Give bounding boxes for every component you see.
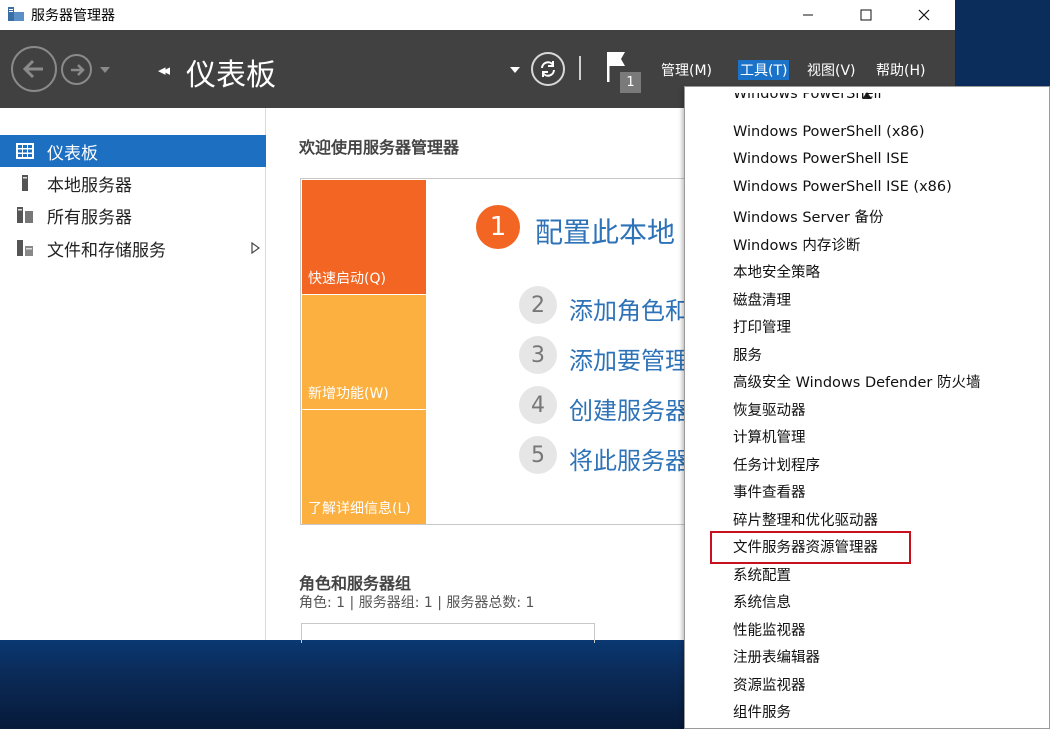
forward-arrow-icon [70, 63, 85, 76]
maximize-button[interactable] [837, 0, 895, 30]
maximize-icon [860, 9, 872, 21]
back-button[interactable] [11, 46, 57, 92]
window-title: 服务器管理器 [31, 8, 115, 24]
menu-item-powershell-ise[interactable]: Windows PowerShell ISE [733, 151, 909, 167]
sidebar-item-label: 本地服务器 [47, 175, 132, 196]
sidebar: 仪表板 本地服务器 所有服务器 文件和存储服务 [0, 108, 266, 640]
highlight-box [710, 531, 911, 564]
roles-summary: 角色: 1 | 服务器组: 1 | 服务器总数: 1 [299, 595, 535, 611]
refresh-dropdown-icon[interactable] [510, 67, 520, 74]
menu-item-local-security-policy[interactable]: 本地安全策略 [733, 261, 820, 282]
history-dropdown-icon[interactable] [99, 66, 111, 74]
step-number: 1 [476, 205, 520, 249]
menu-item-defragment[interactable]: 碎片整理和优化驱动器 [733, 509, 878, 530]
step-add-servers[interactable]: 添加要管理 [569, 341, 689, 376]
menu-manage[interactable]: 管理(M) [661, 60, 712, 80]
menu-item-windows-powershell-x86[interactable]: Windows PowerShell (x86) [733, 124, 925, 140]
menu-item-registry-editor[interactable]: 注册表编辑器 [733, 646, 820, 667]
menu-view[interactable]: 视图(V) [807, 60, 856, 80]
forward-button[interactable] [61, 54, 92, 85]
minimize-button[interactable] [779, 0, 837, 30]
step-number: 4 [519, 386, 557, 424]
step-add-roles[interactable]: 添加角色和 [569, 291, 689, 326]
menu-item-performance-monitor[interactable]: 性能监视器 [733, 619, 806, 640]
sidebar-item-local-server[interactable]: 本地服务器 [0, 167, 266, 199]
tile-label: 快速启动(Q) [308, 271, 386, 287]
close-icon [918, 9, 930, 21]
menu-help[interactable]: 帮助(H) [876, 60, 925, 80]
tile-label: 新增功能(W) [308, 386, 389, 402]
step-number: 5 [519, 436, 557, 474]
storage-icon [17, 240, 33, 256]
refresh-button[interactable] [531, 52, 565, 86]
refresh-icon [541, 61, 555, 77]
menu-item-system-information[interactable]: 系统信息 [733, 591, 791, 612]
step-connect-cloud[interactable]: 将此服务器 [569, 441, 689, 476]
roles-section-title: 角色和服务器组 [299, 574, 412, 593]
menu-item-windows-server-backup[interactable]: Windows Server 备份 [733, 206, 884, 227]
step-configure-local-server[interactable]: 配置此本地 [535, 211, 675, 251]
menu-item-task-scheduler[interactable]: 任务计划程序 [733, 454, 820, 475]
welcome-title: 欢迎使用服务器管理器 [299, 138, 460, 157]
menu-item-powershell-ise-x86[interactable]: Windows PowerShell ISE (x86) [733, 179, 952, 195]
quick-start-tile[interactable]: 快速启动(Q) [302, 180, 426, 294]
menu-item-memory-diagnostic[interactable]: Windows 内存诊断 [733, 234, 860, 255]
whats-new-tile[interactable]: 新增功能(W) [302, 295, 426, 409]
back-arrow-icon [22, 59, 43, 79]
sidebar-item-all-servers[interactable]: 所有服务器 [0, 199, 266, 231]
notifications-button[interactable]: 1 [605, 50, 645, 94]
sidebar-item-file-storage[interactable]: 文件和存储服务 [0, 232, 266, 264]
sidebar-item-dashboard[interactable]: 仪表板 [0, 135, 266, 167]
menu-item-computer-management[interactable]: 计算机管理 [733, 426, 806, 447]
tile-label: 了解详细信息(L) [308, 501, 411, 517]
learn-more-tile[interactable]: 了解详细信息(L) [302, 410, 426, 524]
step-number: 3 [519, 336, 557, 374]
sidebar-item-label: 所有服务器 [47, 207, 132, 228]
menu-item-event-viewer[interactable]: 事件查看器 [733, 481, 806, 502]
menu-item-defender-firewall[interactable]: 高级安全 Windows Defender 防火墙 [733, 371, 980, 392]
menu-item-services[interactable]: 服务 [733, 344, 762, 365]
menu-item-resource-monitor[interactable]: 资源监视器 [733, 674, 806, 695]
quick-start-panel: 快速启动(Q) 新增功能(W) 了解详细信息(L) 1 配置此本地 2 添加角色… [300, 178, 690, 525]
menu-tools[interactable]: 工具(T) [738, 60, 790, 80]
menu-item-component-services[interactable]: 组件服务 [733, 701, 791, 722]
sidebar-item-label: 仪表板 [47, 143, 98, 164]
dashboard-icon [16, 143, 34, 159]
menu-item-windows-powershell[interactable]: Windows PowerShell [733, 93, 882, 105]
toolbar-divider [579, 56, 581, 80]
breadcrumb-chevron-icon: ◂◂ [158, 61, 170, 79]
title-bar: 服务器管理器 [0, 0, 955, 30]
breadcrumb: 仪表板 [186, 58, 276, 93]
menu-item-print-management[interactable]: 打印管理 [733, 316, 791, 337]
minimize-icon [803, 14, 813, 16]
server-manager-app-icon [8, 7, 24, 21]
step-create-server-group[interactable]: 创建服务器 [569, 391, 689, 426]
menu-item-disk-cleanup[interactable]: 磁盘清理 [733, 289, 791, 310]
menu-item-system-configuration[interactable]: 系统配置 [733, 564, 791, 585]
role-tile[interactable] [301, 623, 595, 643]
tools-dropdown-menu: Windows PowerShell Windows PowerShell (x… [684, 86, 1050, 729]
close-button[interactable] [895, 0, 953, 30]
menu-item-recovery-drive[interactable]: 恢复驱动器 [733, 399, 806, 420]
notification-badge: 1 [620, 72, 641, 93]
servers-icon [17, 207, 33, 223]
step-number: 2 [519, 286, 557, 324]
expand-arrow-icon[interactable] [251, 242, 260, 254]
sidebar-item-label: 文件和存储服务 [47, 240, 166, 261]
server-icon [22, 175, 28, 191]
